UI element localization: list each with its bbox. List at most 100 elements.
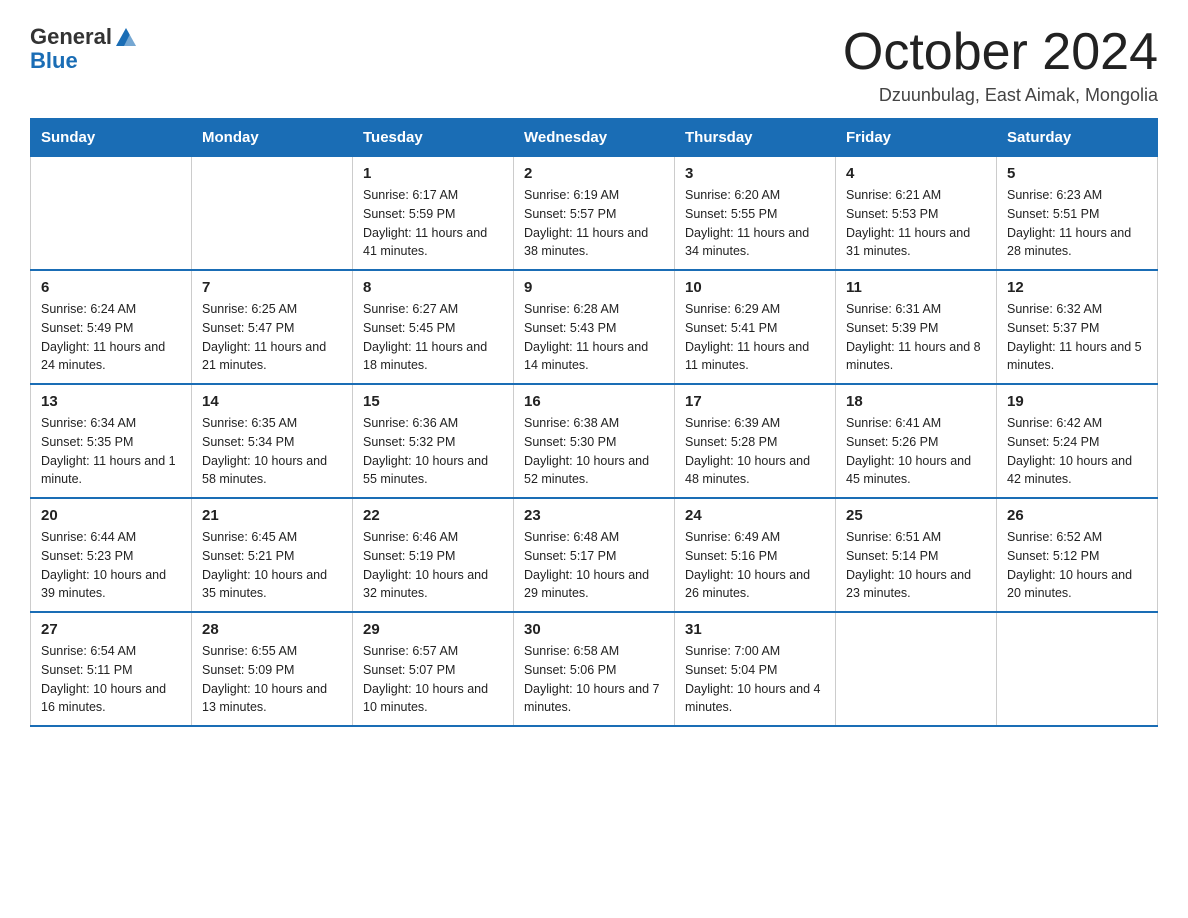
day-info: Sunrise: 6:27 AM Sunset: 5:45 PM Dayligh… (363, 300, 503, 375)
calendar-cell: 26 Sunrise: 6:52 AM Sunset: 5:12 PM Dayli… (997, 498, 1158, 612)
calendar-cell: 16 Sunrise: 6:38 AM Sunset: 5:30 PM Dayli… (514, 384, 675, 498)
calendar-cell: 3 Sunrise: 6:20 AM Sunset: 5:55 PM Daylig… (675, 157, 836, 271)
day-info: Sunrise: 6:42 AM Sunset: 5:24 PM Dayligh… (1007, 414, 1147, 489)
day-number: 9 (524, 279, 664, 296)
calendar-cell: 1 Sunrise: 6:17 AM Sunset: 5:59 PM Daylig… (353, 157, 514, 271)
day-number: 15 (363, 393, 503, 410)
day-info: Sunrise: 6:49 AM Sunset: 5:16 PM Dayligh… (685, 528, 825, 603)
calendar-cell: 17 Sunrise: 6:39 AM Sunset: 5:28 PM Dayli… (675, 384, 836, 498)
calendar-cell: 30 Sunrise: 6:58 AM Sunset: 5:06 PM Dayli… (514, 612, 675, 726)
calendar-cell: 29 Sunrise: 6:57 AM Sunset: 5:07 PM Dayli… (353, 612, 514, 726)
logo: General Blue (30, 24, 138, 74)
day-number: 23 (524, 507, 664, 524)
day-info: Sunrise: 6:34 AM Sunset: 5:35 PM Dayligh… (41, 414, 181, 489)
calendar-cell: 23 Sunrise: 6:48 AM Sunset: 5:17 PM Dayli… (514, 498, 675, 612)
day-info: Sunrise: 6:29 AM Sunset: 5:41 PM Dayligh… (685, 300, 825, 375)
calendar-week-row: 1 Sunrise: 6:17 AM Sunset: 5:59 PM Daylig… (31, 157, 1158, 271)
calendar-week-row: 6 Sunrise: 6:24 AM Sunset: 5:49 PM Daylig… (31, 270, 1158, 384)
day-info: Sunrise: 6:21 AM Sunset: 5:53 PM Dayligh… (846, 186, 986, 261)
day-number: 27 (41, 621, 181, 638)
logo-text-blue: Blue (30, 48, 78, 74)
day-info: Sunrise: 6:41 AM Sunset: 5:26 PM Dayligh… (846, 414, 986, 489)
day-number: 8 (363, 279, 503, 296)
logo-text-general: General (30, 24, 112, 50)
day-number: 28 (202, 621, 342, 638)
day-number: 19 (1007, 393, 1147, 410)
day-info: Sunrise: 6:25 AM Sunset: 5:47 PM Dayligh… (202, 300, 342, 375)
day-number: 1 (363, 165, 503, 182)
calendar-cell: 31 Sunrise: 7:00 AM Sunset: 5:04 PM Dayli… (675, 612, 836, 726)
day-info: Sunrise: 6:35 AM Sunset: 5:34 PM Dayligh… (202, 414, 342, 489)
logo-icon (114, 26, 138, 48)
day-info: Sunrise: 6:28 AM Sunset: 5:43 PM Dayligh… (524, 300, 664, 375)
day-number: 20 (41, 507, 181, 524)
day-number: 21 (202, 507, 342, 524)
calendar-cell (836, 612, 997, 726)
calendar-week-row: 13 Sunrise: 6:34 AM Sunset: 5:35 PM Dayli… (31, 384, 1158, 498)
day-number: 7 (202, 279, 342, 296)
calendar-header-row: SundayMondayTuesdayWednesdayThursdayFrid… (31, 119, 1158, 157)
day-number: 2 (524, 165, 664, 182)
calendar-cell: 19 Sunrise: 6:42 AM Sunset: 5:24 PM Dayli… (997, 384, 1158, 498)
calendar-cell: 24 Sunrise: 6:49 AM Sunset: 5:16 PM Dayli… (675, 498, 836, 612)
calendar-cell (31, 157, 192, 271)
day-info: Sunrise: 6:58 AM Sunset: 5:06 PM Dayligh… (524, 642, 664, 717)
calendar-cell: 7 Sunrise: 6:25 AM Sunset: 5:47 PM Daylig… (192, 270, 353, 384)
calendar-header-wednesday: Wednesday (514, 119, 675, 157)
calendar-cell (192, 157, 353, 271)
calendar-cell: 4 Sunrise: 6:21 AM Sunset: 5:53 PM Daylig… (836, 157, 997, 271)
calendar-header-sunday: Sunday (31, 119, 192, 157)
calendar-cell (997, 612, 1158, 726)
calendar-cell: 12Sunrise: 6:32 AM Sunset: 5:37 PM Dayli… (997, 270, 1158, 384)
day-number: 16 (524, 393, 664, 410)
calendar-table: SundayMondayTuesdayWednesdayThursdayFrid… (30, 118, 1158, 727)
day-number: 30 (524, 621, 664, 638)
calendar-cell: 15 Sunrise: 6:36 AM Sunset: 5:32 PM Dayli… (353, 384, 514, 498)
calendar-cell: 11Sunrise: 6:31 AM Sunset: 5:39 PM Dayli… (836, 270, 997, 384)
calendar-header-thursday: Thursday (675, 119, 836, 157)
day-info: Sunrise: 6:23 AM Sunset: 5:51 PM Dayligh… (1007, 186, 1147, 261)
day-number: 13 (41, 393, 181, 410)
day-info: Sunrise: 6:44 AM Sunset: 5:23 PM Dayligh… (41, 528, 181, 603)
calendar-week-row: 20 Sunrise: 6:44 AM Sunset: 5:23 PM Dayli… (31, 498, 1158, 612)
day-info: Sunrise: 6:17 AM Sunset: 5:59 PM Dayligh… (363, 186, 503, 261)
page-header: General Blue October 2024 Dzuunbulag, Ea… (30, 24, 1158, 106)
calendar-cell: 2 Sunrise: 6:19 AM Sunset: 5:57 PM Daylig… (514, 157, 675, 271)
calendar-cell: 18Sunrise: 6:41 AM Sunset: 5:26 PM Dayli… (836, 384, 997, 498)
day-info: Sunrise: 6:46 AM Sunset: 5:19 PM Dayligh… (363, 528, 503, 603)
day-info: Sunrise: 6:19 AM Sunset: 5:57 PM Dayligh… (524, 186, 664, 261)
day-info: Sunrise: 6:36 AM Sunset: 5:32 PM Dayligh… (363, 414, 503, 489)
day-info: Sunrise: 6:39 AM Sunset: 5:28 PM Dayligh… (685, 414, 825, 489)
calendar-cell: 28 Sunrise: 6:55 AM Sunset: 5:09 PM Dayli… (192, 612, 353, 726)
day-number: 29 (363, 621, 503, 638)
day-number: 3 (685, 165, 825, 182)
day-info: Sunrise: 6:48 AM Sunset: 5:17 PM Dayligh… (524, 528, 664, 603)
day-number: 26 (1007, 507, 1147, 524)
calendar-cell: 13 Sunrise: 6:34 AM Sunset: 5:35 PM Dayli… (31, 384, 192, 498)
day-number: 31 (685, 621, 825, 638)
day-info: Sunrise: 6:45 AM Sunset: 5:21 PM Dayligh… (202, 528, 342, 603)
day-info: Sunrise: 6:55 AM Sunset: 5:09 PM Dayligh… (202, 642, 342, 717)
day-info: Sunrise: 6:38 AM Sunset: 5:30 PM Dayligh… (524, 414, 664, 489)
day-info: Sunrise: 6:20 AM Sunset: 5:55 PM Dayligh… (685, 186, 825, 261)
calendar-cell: 25Sunrise: 6:51 AM Sunset: 5:14 PM Dayli… (836, 498, 997, 612)
calendar-cell: 27 Sunrise: 6:54 AM Sunset: 5:11 PM Dayli… (31, 612, 192, 726)
day-info: Sunrise: 6:24 AM Sunset: 5:49 PM Dayligh… (41, 300, 181, 375)
day-number: 24 (685, 507, 825, 524)
calendar-cell: 20 Sunrise: 6:44 AM Sunset: 5:23 PM Dayli… (31, 498, 192, 612)
calendar-cell: 6 Sunrise: 6:24 AM Sunset: 5:49 PM Daylig… (31, 270, 192, 384)
day-number: 4 (846, 165, 986, 182)
page-title: October 2024 (843, 24, 1158, 81)
day-info: Sunrise: 7:00 AM Sunset: 5:04 PM Dayligh… (685, 642, 825, 717)
day-info: Sunrise: 6:54 AM Sunset: 5:11 PM Dayligh… (41, 642, 181, 717)
calendar-header-friday: Friday (836, 119, 997, 157)
calendar-cell: 14Sunrise: 6:35 AM Sunset: 5:34 PM Dayli… (192, 384, 353, 498)
page-subtitle: Dzuunbulag, East Aimak, Mongolia (843, 85, 1158, 106)
day-number: 17 (685, 393, 825, 410)
day-info: Sunrise: 6:57 AM Sunset: 5:07 PM Dayligh… (363, 642, 503, 717)
calendar-cell: 22Sunrise: 6:46 AM Sunset: 5:19 PM Dayli… (353, 498, 514, 612)
day-number: 6 (41, 279, 181, 296)
day-number: 10 (685, 279, 825, 296)
day-info: Sunrise: 6:52 AM Sunset: 5:12 PM Dayligh… (1007, 528, 1147, 603)
calendar-cell: 10 Sunrise: 6:29 AM Sunset: 5:41 PM Dayli… (675, 270, 836, 384)
